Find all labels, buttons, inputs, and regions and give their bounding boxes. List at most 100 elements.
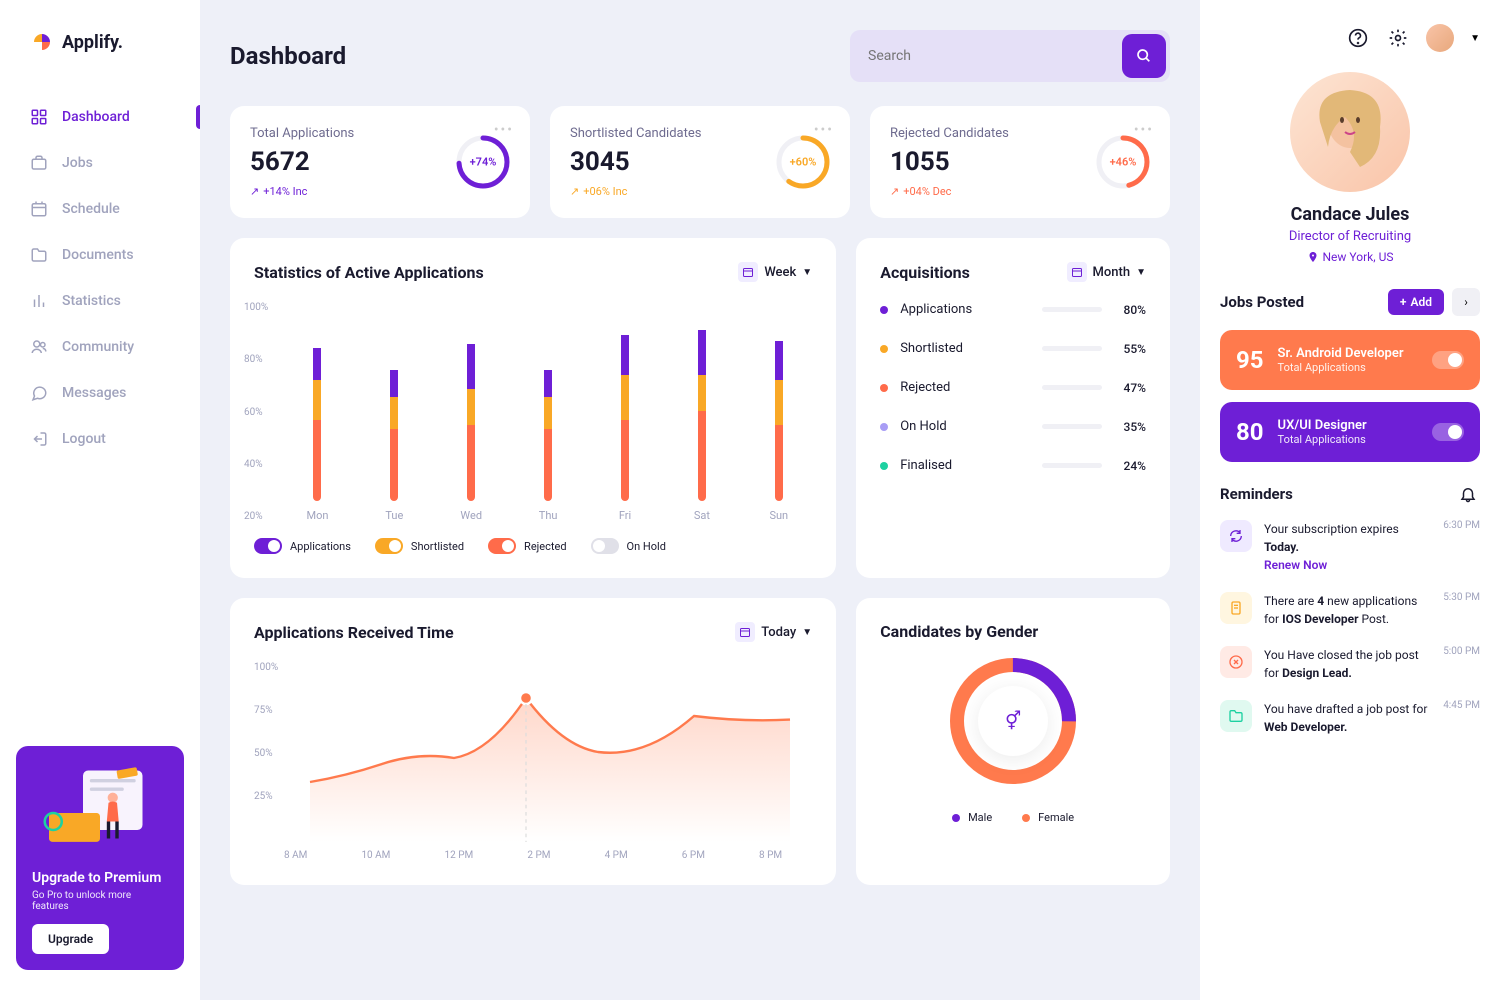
acq-dot bbox=[880, 462, 888, 470]
reminder-item: You have drafted a job post for Web Deve… bbox=[1220, 700, 1480, 736]
acq-label: Applications bbox=[900, 302, 1030, 317]
female-label: Female bbox=[1038, 811, 1074, 824]
refresh-icon bbox=[1220, 520, 1252, 552]
gender-donut-chart: ⚥ bbox=[943, 651, 1083, 791]
acquisition-item: Applications 80% bbox=[880, 302, 1146, 317]
job-title: Sr. Android Developer bbox=[1278, 346, 1418, 361]
reminder-link[interactable]: Renew Now bbox=[1264, 558, 1327, 572]
profile-name: Candace Jules bbox=[1220, 204, 1480, 225]
active-apps-period-label: Week bbox=[764, 265, 796, 280]
legend-item[interactable]: On Hold bbox=[591, 538, 666, 554]
received-time-card: Applications Received Time Today ▼ 100%7… bbox=[230, 598, 836, 885]
right-panel-header: ▼ bbox=[1220, 24, 1480, 52]
stat-ring: +60% bbox=[776, 135, 830, 189]
sidebar-item-logout[interactable]: Logout bbox=[0, 416, 200, 462]
reminders-title: Reminders bbox=[1220, 485, 1293, 503]
job-count: 80 bbox=[1236, 418, 1264, 446]
job-toggle[interactable] bbox=[1432, 423, 1464, 441]
sidebar-item-messages[interactable]: Messages bbox=[0, 370, 200, 416]
job-card[interactable]: 95 Sr. Android DeveloperTotal Applicatio… bbox=[1220, 330, 1480, 390]
right-panel: ▼ Candace Jules Director of Recruiting N… bbox=[1200, 0, 1500, 1000]
profile-section: Candace Jules Director of Recruiting New… bbox=[1220, 72, 1480, 264]
acq-label: On Hold bbox=[900, 419, 1030, 434]
bar-chart-legend: Applications Shortlisted Rejected On Hold bbox=[254, 538, 812, 554]
acq-bar bbox=[1042, 424, 1102, 429]
legend-toggle[interactable] bbox=[488, 538, 516, 554]
user-menu-chevron[interactable]: ▼ bbox=[1470, 33, 1480, 44]
legend-toggle[interactable] bbox=[254, 538, 282, 554]
calendar-icon bbox=[735, 622, 755, 642]
file-icon bbox=[1220, 592, 1252, 624]
acq-bar bbox=[1042, 307, 1102, 312]
active-apps-period-select[interactable]: Week ▼ bbox=[738, 262, 812, 282]
acq-bar bbox=[1042, 385, 1102, 390]
upgrade-button[interactable]: Upgrade bbox=[32, 924, 109, 954]
job-toggle[interactable] bbox=[1432, 351, 1464, 369]
profile-avatar bbox=[1290, 72, 1410, 192]
acq-percent: 47% bbox=[1114, 381, 1146, 395]
reminder-time: 5:30 PM bbox=[1443, 592, 1480, 603]
upgrade-card: Upgrade to Premium Go Pro to unlock more… bbox=[16, 746, 184, 970]
acq-dot bbox=[880, 423, 888, 431]
legend-item[interactable]: Shortlisted bbox=[375, 538, 464, 554]
help-icon[interactable] bbox=[1346, 26, 1370, 50]
sidebar-item-documents[interactable]: Documents bbox=[0, 232, 200, 278]
bar-group: Wed bbox=[448, 321, 495, 522]
acq-percent: 35% bbox=[1114, 420, 1146, 434]
search-input[interactable] bbox=[850, 34, 1118, 78]
stat-card: ••• Rejected Candidates 1055 ↗+04% Dec +… bbox=[870, 106, 1170, 218]
jobs-posted-header: Jobs Posted + Add › bbox=[1220, 288, 1480, 316]
main-header: Dashboard bbox=[230, 30, 1170, 82]
job-subtitle: Total Applications bbox=[1278, 433, 1418, 446]
profile-location: New York, US bbox=[1220, 250, 1480, 264]
reminder-text: There are 4 new applications for IOS Dev… bbox=[1264, 592, 1431, 628]
gender-card: Candidates by Gender ⚥ Male Female bbox=[856, 598, 1170, 885]
page-title: Dashboard bbox=[230, 42, 346, 70]
sidebar-item-jobs[interactable]: Jobs bbox=[0, 140, 200, 186]
sidebar-item-community[interactable]: Community bbox=[0, 324, 200, 370]
acq-label: Finalised bbox=[900, 458, 1030, 473]
male-label: Male bbox=[968, 811, 992, 824]
jobs-next-button[interactable]: › bbox=[1452, 288, 1480, 316]
nav-label: Documents bbox=[62, 247, 134, 263]
reminder-text: You Have closed the job post for Design … bbox=[1264, 646, 1431, 682]
upgrade-subtitle: Go Pro to unlock more features bbox=[32, 890, 168, 912]
bar-label: Sat bbox=[694, 509, 710, 522]
legend-toggle[interactable] bbox=[375, 538, 403, 554]
add-job-button[interactable]: + Add bbox=[1388, 289, 1444, 315]
received-period-select[interactable]: Today ▼ bbox=[735, 622, 812, 642]
bar-label: Wed bbox=[460, 509, 482, 522]
received-title: Applications Received Time bbox=[254, 623, 454, 642]
search-button[interactable] bbox=[1122, 34, 1166, 78]
acq-bar bbox=[1042, 346, 1102, 351]
reminders-header: Reminders bbox=[1220, 482, 1480, 506]
acquisition-item: Rejected 47% bbox=[880, 380, 1146, 395]
logo: Applify. bbox=[0, 30, 200, 54]
briefcase-icon bbox=[30, 154, 48, 172]
bell-icon[interactable] bbox=[1456, 482, 1480, 506]
calendar-icon bbox=[738, 262, 758, 282]
sidebar-item-statistics[interactable]: Statistics bbox=[0, 278, 200, 324]
acq-percent: 80% bbox=[1114, 303, 1146, 317]
search-bar bbox=[850, 30, 1170, 82]
sidebar-item-schedule[interactable]: Schedule bbox=[0, 186, 200, 232]
job-card[interactable]: 80 UX/UI DesignerTotal Applications bbox=[1220, 402, 1480, 462]
line-chart bbox=[288, 662, 812, 842]
acquisitions-period-select[interactable]: Month ▼ bbox=[1067, 262, 1146, 282]
row-charts-2: Applications Received Time Today ▼ 100%7… bbox=[230, 598, 1170, 885]
acquisitions-card: Acquisitions Month ▼ Applications 80% Sh… bbox=[856, 238, 1170, 578]
active-apps-title: Statistics of Active Applications bbox=[254, 263, 484, 282]
reminder-text: Your subscription expires Today.Renew No… bbox=[1264, 520, 1431, 574]
active-applications-card: Statistics of Active Applications Week ▼… bbox=[230, 238, 836, 578]
reminder-item: You Have closed the job post for Design … bbox=[1220, 646, 1480, 682]
bar-label: Mon bbox=[306, 509, 328, 522]
legend-item[interactable]: Rejected bbox=[488, 538, 566, 554]
legend-item[interactable]: Applications bbox=[254, 538, 351, 554]
nav-label: Messages bbox=[62, 385, 126, 401]
bar-group: Fri bbox=[602, 321, 649, 522]
sidebar-item-dashboard[interactable]: Dashboard bbox=[0, 94, 200, 140]
user-avatar-small[interactable] bbox=[1426, 24, 1454, 52]
settings-icon[interactable] bbox=[1386, 26, 1410, 50]
reminder-time: 4:45 PM bbox=[1443, 700, 1480, 711]
legend-toggle[interactable] bbox=[591, 538, 619, 554]
